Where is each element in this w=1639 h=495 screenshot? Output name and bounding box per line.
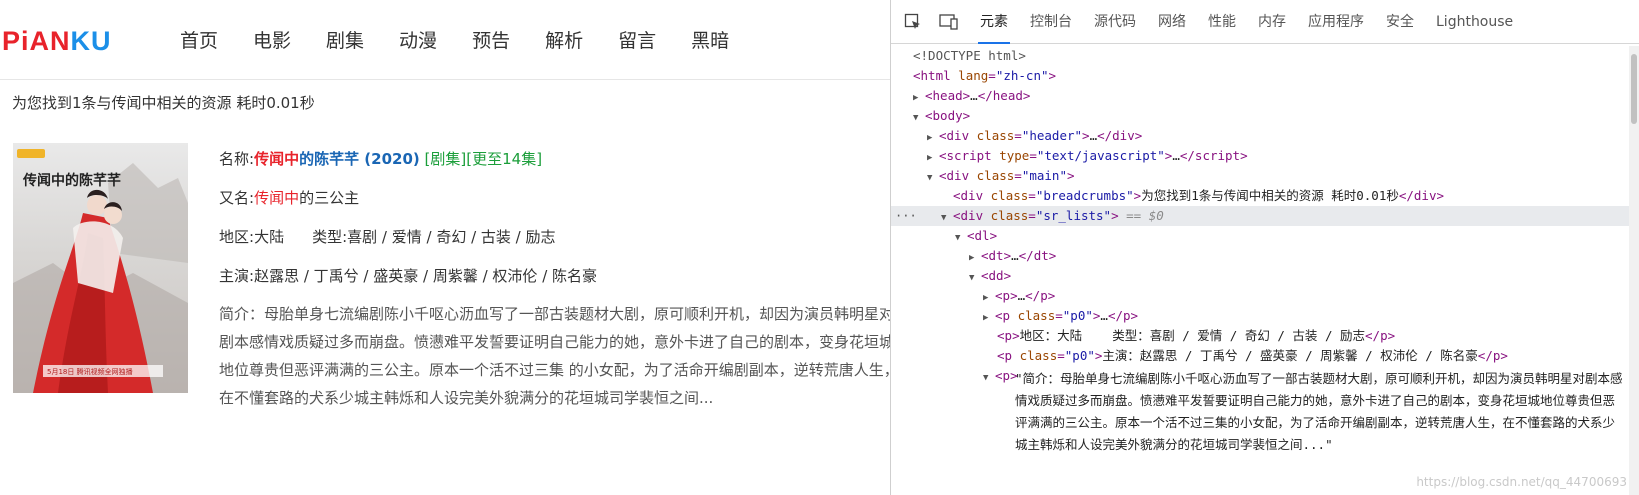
tab-network[interactable]: 网络: [1147, 0, 1197, 44]
poster-image[interactable]: 传闻中的陈芊芊 5月18日 腾讯视频全网独播: [13, 143, 188, 393]
tab-performance[interactable]: 性能: [1197, 0, 1247, 44]
more-options-icon: ···: [895, 209, 917, 223]
nav-movies[interactable]: 电影: [253, 26, 291, 53]
tab-memory[interactable]: 内存: [1247, 0, 1297, 44]
result-cast-row: 主演:赵露思 / 丁禹兮 / 盛英豪 / 周紫馨 / 权沛伦 / 陈名豪: [219, 267, 598, 285]
dom-tree: <!DOCTYPE html> <html lang="zh-cn"> ▶ <he…: [891, 46, 1639, 386]
tab-elements[interactable]: 元素: [969, 0, 1019, 44]
result-region-row: 地区:大陆 类型:喜剧 / 爱情 / 奇幻 / 古装 / 励志: [219, 228, 556, 246]
breadcrumbs: 为您找到1条与传闻中相关的资源 耗时0.01秒: [12, 94, 315, 112]
dom-node-doctype[interactable]: <!DOCTYPE html>: [891, 46, 1639, 66]
nav-guestbook[interactable]: 留言: [618, 26, 656, 53]
expand-arrow-icon: ▶: [913, 93, 919, 103]
result-info: 名称:传闻中的陈芊芊 (2020) [剧集][更至14集] 又名:传闻中的三公主…: [219, 148, 890, 412]
dom-node-p[interactable]: ▶ <p>…</p>: [891, 286, 1639, 306]
site-header: PiANKU 首页 电影 剧集 动漫 预告 解析 留言 黑暗: [0, 0, 890, 80]
devtools-panel: 元素 控制台 源代码 网络 性能 内存 应用程序 安全 Lighthouse <…: [891, 0, 1639, 495]
collapse-arrow-icon: ▼: [941, 213, 947, 223]
collapse-arrow-icon: ▼: [927, 173, 933, 183]
expand-arrow-icon: ▶: [983, 293, 989, 303]
dom-node-p0[interactable]: ▶ <p class="p0">…</p>: [891, 306, 1639, 326]
expand-arrow-icon: ▶: [969, 253, 975, 263]
nav-dark[interactable]: 黑暗: [691, 26, 729, 53]
dom-node-dd[interactable]: ▼ <dd>: [891, 266, 1639, 286]
dom-text-description[interactable]: "简介：母胎单身七流编剧陈小千呕心沥血写了一部古装题材大剧，原可顺利开机，却因为…: [1015, 368, 1625, 486]
result-description: 简介：母胎单身七流编剧陈小千呕心沥血写了一部古装题材大剧，原可顺利开机，却因为演…: [219, 305, 890, 407]
dom-node-breadcrumbs[interactable]: <div class="breadcrumbs">为您找到1条与传闻中相关的资源…: [891, 186, 1639, 206]
dom-node-html[interactable]: <html lang="zh-cn">: [891, 66, 1639, 86]
expand-arrow-icon: ▶: [927, 133, 933, 143]
tab-sources[interactable]: 源代码: [1083, 0, 1147, 44]
dom-node-p-region[interactable]: <p>地区：大陆 类型：喜剧 / 爱情 / 奇幻 / 古装 / 励志</p>: [891, 326, 1639, 346]
collapse-arrow-icon: ▼: [969, 273, 975, 283]
scrollbar-thumb[interactable]: [1631, 54, 1637, 124]
dom-node-head[interactable]: ▶ <head>…</head>: [891, 86, 1639, 106]
website-panel: PiANKU 首页 电影 剧集 动漫 预告 解析 留言 黑暗 为您找到1条与传闻…: [0, 0, 890, 495]
episode-status: [更至14集]: [466, 150, 543, 168]
dom-node-main[interactable]: ▼ <div class="main">: [891, 166, 1639, 186]
tab-application[interactable]: 应用程序: [1297, 0, 1375, 44]
result-name-row: 名称:传闻中的陈芊芊 (2020) [剧集][更至14集]: [219, 150, 543, 168]
dom-node-header[interactable]: ▶ <div class="header">…</div>: [891, 126, 1639, 146]
tab-lighthouse[interactable]: Lighthouse: [1425, 0, 1524, 44]
tab-security[interactable]: 安全: [1375, 0, 1425, 44]
inspect-element-icon[interactable]: [899, 8, 927, 36]
poster-caption: 5月18日 腾讯视频全网独播: [47, 367, 133, 376]
dom-node-script[interactable]: ▶ <script type="text/javascript">…</scrip…: [891, 146, 1639, 166]
tab-console[interactable]: 控制台: [1019, 0, 1083, 44]
site-logo[interactable]: PiANKU: [2, 26, 112, 57]
dom-node-sr-lists-selected[interactable]: ··· ▼ <div class="sr_lists"> == $0: [891, 206, 1639, 226]
nav-series[interactable]: 剧集: [326, 26, 364, 53]
expand-arrow-icon: ▶: [983, 313, 989, 323]
dom-tree-scrollbar[interactable]: [1629, 46, 1639, 495]
dom-node-body[interactable]: ▼ <body>: [891, 106, 1639, 126]
device-toolbar-icon[interactable]: [935, 8, 963, 36]
dom-node-dl[interactable]: ▼ <dl>: [891, 226, 1639, 246]
category-tag: [剧集]: [424, 150, 467, 168]
collapse-arrow-icon: ▼: [955, 233, 961, 243]
collapse-arrow-icon: ▼: [983, 373, 989, 383]
expand-arrow-icon: ▶: [927, 153, 933, 163]
result-title-link[interactable]: 的陈芊芊 (2020): [299, 150, 420, 168]
collapse-arrow-icon: ▼: [913, 113, 919, 123]
nav-anime[interactable]: 动漫: [399, 26, 437, 53]
poster-title: 传闻中的陈芊芊: [22, 172, 121, 189]
result-alias-row: 又名:传闻中的三公主: [219, 189, 360, 207]
dom-node-dt[interactable]: ▶ <dt>…</dt>: [891, 246, 1639, 266]
devtools-toolbar: 元素 控制台 源代码 网络 性能 内存 应用程序 安全 Lighthouse: [891, 0, 1639, 44]
nav-home[interactable]: 首页: [180, 26, 218, 53]
dom-node-p0-cast[interactable]: <p class="p0">主演：赵露思 / 丁禹兮 / 盛英豪 / 周紫馨 /…: [891, 346, 1639, 366]
watermark: https://blog.csdn.net/qq_44700693: [1416, 475, 1627, 489]
nav-analysis[interactable]: 解析: [545, 26, 583, 53]
highlight-keyword: 传闻中: [254, 150, 300, 168]
nav-trailers[interactable]: 预告: [472, 26, 510, 53]
main-nav: 首页 电影 剧集 动漫 预告 解析 留言 黑暗: [180, 26, 764, 53]
